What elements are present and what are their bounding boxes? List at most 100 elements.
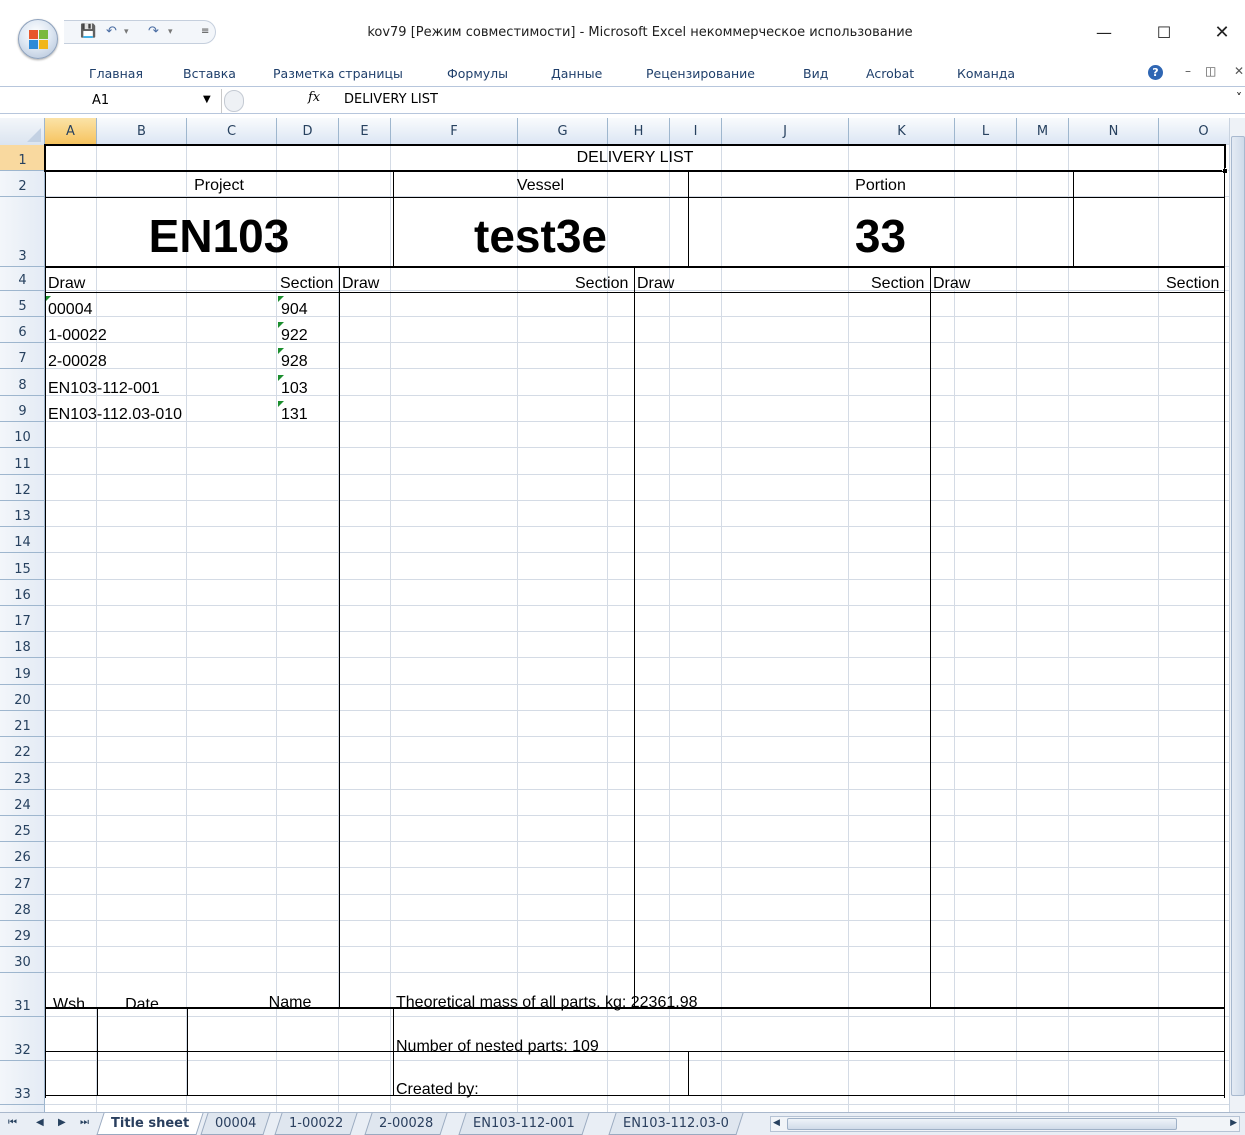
row-header-26[interactable]: 26 [0,842,45,868]
column-header-a[interactable]: A [45,118,97,145]
column-header-k[interactable]: K [849,118,955,145]
row-header-23[interactable]: 23 [0,763,45,790]
formula-bar-resize-handle[interactable] [224,90,244,112]
draw-header[interactable]: Draw [637,275,674,293]
sheet-tab-title-sheet[interactable]: Title sheet [96,1113,204,1135]
sheet-tab-en103-112-03[interactable]: EN103-112.03-0 [608,1113,744,1135]
column-header-n[interactable]: N [1069,118,1159,145]
section-header[interactable]: Section [575,275,628,293]
insert-function-icon[interactable]: fx [308,90,320,105]
save-icon[interactable]: 💾 [80,24,96,39]
portion-value[interactable]: 33 [688,209,1073,263]
name-box-dropdown-icon[interactable]: ▼ [203,94,211,105]
formula-input[interactable]: DELIVERY LIST [344,92,438,107]
row-header-3[interactable]: 3 [0,197,45,267]
section-cell[interactable]: 904 [281,301,308,319]
row-header-6[interactable]: 6 [0,317,45,343]
column-header-j[interactable]: J [722,118,849,145]
row-header-21[interactable]: 21 [0,711,45,737]
row-header-15[interactable]: 15 [0,553,45,580]
next-sheet-icon[interactable]: ▶ [58,1117,66,1128]
column-header-o[interactable]: O [1159,118,1229,145]
tab-view[interactable]: Вид [803,66,828,81]
tab-team[interactable]: Команда [957,66,1015,81]
row-header-22[interactable]: 22 [0,737,45,763]
row-header-25[interactable]: 25 [0,816,45,842]
workbook-restore-icon[interactable]: ◫ [1205,64,1216,78]
undo-icon[interactable]: ↶ [106,24,117,39]
sheet-tab-1-00022[interactable]: 1-00022 [274,1113,358,1135]
row-header-33[interactable]: 33 [0,1061,45,1105]
row-header-8[interactable]: 8 [0,369,45,396]
wsh-label[interactable]: Wsh [53,996,85,1014]
row-header-5[interactable]: 5 [0,291,45,317]
undo-dropdown-icon[interactable]: ▾ [124,27,129,37]
row-header-29[interactable]: 29 [0,921,45,947]
date-label[interactable]: Date [97,996,187,1014]
row-header-20[interactable]: 20 [0,685,45,711]
sheet-tab-2-00028[interactable]: 2-00028 [364,1113,448,1135]
draw-cell[interactable]: EN103-112.03-010 [48,406,182,424]
customize-qat-icon[interactable]: ≡ [201,26,209,37]
section-header[interactable]: Section [871,275,924,293]
office-button[interactable] [18,19,58,59]
draw-header[interactable]: Draw [342,275,379,293]
column-header-d[interactable]: D [277,118,339,145]
row-header-9[interactable]: 9 [0,396,45,422]
horizontal-scrollbar[interactable]: ◀ ▶ [770,1116,1240,1132]
tab-insert[interactable]: Вставка [183,66,236,81]
row-header-16[interactable]: 16 [0,580,45,606]
row-header-27[interactable]: 27 [0,868,45,895]
draw-cell[interactable]: EN103-112-001 [48,380,160,398]
scroll-left-icon[interactable]: ◀ [773,1118,780,1128]
draw-cell[interactable]: 00004 [48,301,93,319]
cell-area[interactable]: DELIVERY LIST Project Vessel Portion EN1… [44,144,1229,1112]
name-label[interactable]: Name [187,994,393,1012]
project-value[interactable]: EN103 [45,209,393,263]
horizontal-scroll-thumb[interactable] [787,1118,1177,1130]
row-header-13[interactable]: 13 [0,501,45,527]
vessel-value[interactable]: test3e [393,209,688,263]
project-label[interactable]: Project [45,177,393,195]
tab-home[interactable]: Главная [89,66,143,81]
workbook-minimize-icon[interactable]: – [1185,64,1191,78]
column-header-i[interactable]: I [670,118,722,145]
vessel-label[interactable]: Vessel [393,177,688,195]
vertical-scrollbar[interactable] [1229,118,1245,1112]
row-header-30[interactable]: 30 [0,947,45,973]
draw-header[interactable]: Draw [933,275,970,293]
last-sheet-icon[interactable]: ⏭ [80,1117,89,1128]
prev-sheet-icon[interactable]: ◀ [36,1117,44,1128]
row-header-32[interactable]: 32 [0,1017,45,1061]
sheet-tab-00004[interactable]: 00004 [200,1113,271,1135]
vertical-scroll-thumb[interactable] [1231,136,1245,1096]
first-sheet-icon[interactable]: ⏮ [8,1117,17,1128]
help-icon[interactable]: ? [1148,65,1163,80]
created-by[interactable]: Created by: [396,1081,479,1099]
expand-formula-bar-icon[interactable]: ˅ [1236,91,1242,105]
row-header-24[interactable]: 24 [0,790,45,816]
section-cell[interactable]: 922 [281,327,308,345]
tab-formulas[interactable]: Формулы [447,66,508,81]
column-header-f[interactable]: F [391,118,518,145]
redo-icon[interactable]: ↷ [148,24,159,39]
workbook-close-icon[interactable]: ✕ [1234,64,1244,78]
select-all-button[interactable] [0,118,45,145]
section-cell[interactable]: 131 [281,406,308,424]
tab-acrobat[interactable]: Acrobat [866,66,914,81]
tab-review[interactable]: Рецензирование [646,66,755,81]
column-header-c[interactable]: C [187,118,277,145]
draw-cell[interactable]: 2-00028 [48,353,107,371]
theoretical-mass[interactable]: Theoretical mass of all parts, kg: 22361… [396,994,698,1012]
section-cell[interactable]: 928 [281,353,308,371]
section-cell[interactable]: 103 [281,380,308,398]
row-header-1[interactable]: 1 [0,145,45,171]
row-header-28[interactable]: 28 [0,895,45,921]
row-header-14[interactable]: 14 [0,527,45,553]
column-header-g[interactable]: G [518,118,608,145]
portion-label[interactable]: Portion [688,177,1073,195]
draw-cell[interactable]: 1-00022 [48,327,107,345]
row-header-18[interactable]: 18 [0,632,45,658]
sheet-tab-en103-112-001[interactable]: EN103-112-001 [458,1113,590,1135]
row-header-4[interactable]: 4 [0,267,45,291]
